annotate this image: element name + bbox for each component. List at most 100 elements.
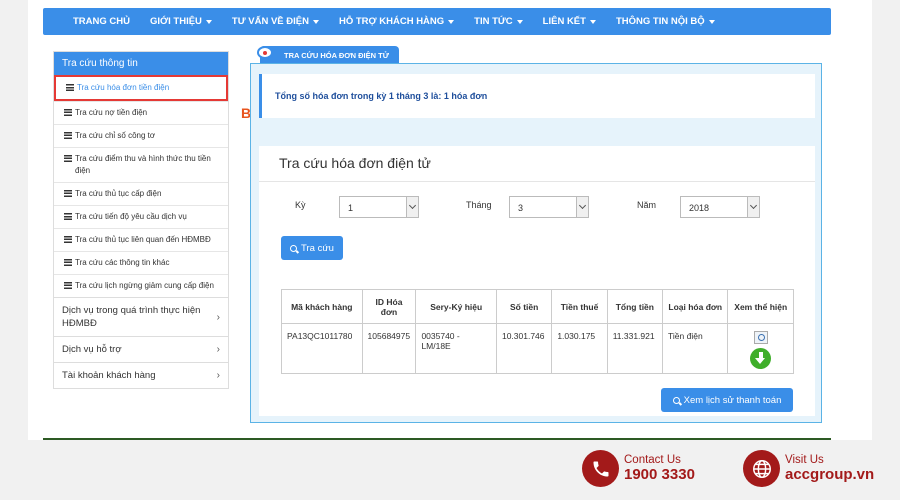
sidebar-item-outage-schedule[interactable]: Tra cứu lịch ngừng giảm cung cấp điện [54, 274, 228, 297]
sidebar-item-payment-point-lookup[interactable]: Tra cứu điểm thu và hình thức thu tiền đ… [54, 147, 228, 182]
sidebar-item-label: Tài khoản khách hàng [62, 370, 156, 381]
nav-about-label: GIỚI THIỆU [150, 16, 202, 27]
chevron-right-icon: › [216, 311, 220, 323]
list-icon [64, 109, 72, 116]
chevron-right-icon: › [216, 344, 220, 355]
sidebar-item-label: Tra cứu hóa đơn tiền điện [77, 83, 170, 92]
caret-down-icon [589, 19, 596, 24]
sidebar: Tra cứu thông tin Tra cứu hóa đơn tiền đ… [53, 51, 229, 389]
sidebar-item-invoice-lookup[interactable]: Tra cứu hóa đơn tiền điện [54, 75, 228, 101]
list-icon [64, 282, 72, 289]
visit-label: Visit Us [785, 454, 824, 466]
col-view: Xem thể hiện [727, 289, 794, 324]
website-link: accgroup.vn [785, 466, 875, 483]
month-label: Tháng [466, 200, 492, 210]
sidebar-item-contract-services[interactable]: Dịch vụ trong quá trình thực hiện HĐMBĐ › [54, 297, 228, 336]
contact-label: Contact Us [624, 454, 681, 466]
nav-advice-label: TƯ VẤN VỀ ĐIỆN [231, 16, 309, 27]
list-icon [66, 84, 74, 91]
download-icon[interactable] [750, 348, 772, 369]
caret-down-icon [205, 19, 212, 24]
search-button[interactable]: Tra cứu [281, 236, 343, 260]
tab-header: TRA CỨU HÓA ĐƠN ĐIỆN TỬ [250, 43, 399, 65]
cell-invoice-id: 105684975 [361, 323, 417, 374]
search-button-label: Tra cứu [301, 242, 334, 254]
nav-home[interactable]: TRANG CHỦ [73, 16, 130, 27]
search-card: Tra cứu hóa đơn điện tử Kỳ 1 Tháng 3 Năm… [259, 146, 815, 416]
list-icon [64, 190, 72, 197]
cell-serial: 0035740 - LM/18E [415, 323, 497, 374]
phone-icon [582, 450, 619, 487]
main-panel: Tổng số hóa đơn trong kỳ 1 tháng 3 là: 1… [250, 63, 822, 423]
period-value: 1 [348, 203, 354, 213]
payment-history-button[interactable]: Xem lịch sử thanh toán [661, 388, 793, 412]
caret-down-icon [708, 19, 715, 24]
sidebar-header-lookup[interactable]: Tra cứu thông tin [54, 52, 228, 75]
chevron-right-icon: › [216, 370, 220, 381]
sidebar-item-request-progress[interactable]: Tra cứu tiến độ yêu cầu dịch vụ [54, 205, 228, 228]
nav-news-label: TIN TỨC [474, 16, 513, 27]
contact-phone: 1900 3330 [624, 466, 695, 483]
nav-advice[interactable]: TƯ VẤN VỀ ĐIỆN [232, 16, 319, 27]
caret-down-icon [516, 19, 523, 24]
nav-links-label: LIÊN KẾT [542, 16, 586, 27]
globe-icon [743, 450, 780, 487]
nav-support[interactable]: HỖ TRỢ KHÁCH HÀNG [339, 16, 455, 27]
cell-tax: 1.030.175 [551, 323, 608, 374]
sidebar-item-other-info[interactable]: Tra cứu các thông tin khác [54, 251, 228, 274]
visit-us[interactable]: Visit Us accgroup.vn [743, 450, 874, 487]
sidebar-item-contract-procedure[interactable]: Tra cứu thủ tục liên quan đến HĐMBĐ [54, 228, 228, 251]
col-invoice-id: ID Hóa đơn [361, 289, 417, 324]
view-invoice-icon[interactable] [753, 331, 768, 344]
col-tax: Tiền thuế [551, 289, 608, 324]
sidebar-item-label: Tra cứu các thông tin khác [75, 258, 170, 267]
invoice-table: Mã khách hàng ID Hóa đơn Sery-Ký hiệu Số… [281, 289, 794, 374]
month-select[interactable]: 3 [509, 196, 589, 218]
contact-us[interactable]: Contact Us 1900 3330 [582, 450, 695, 487]
sidebar-item-meter-lookup[interactable]: Tra cứu chỉ số công tơ [54, 124, 228, 147]
sidebar-item-label: Tra cứu chỉ số công tơ [75, 131, 156, 140]
nav-news[interactable]: TIN TỨC [474, 16, 523, 27]
chevron-down-icon [576, 197, 588, 217]
col-invoice-type: Loại hóa đơn [662, 289, 729, 324]
footer-divider [43, 438, 831, 440]
nav-links[interactable]: LIÊN KẾT [543, 16, 596, 27]
year-value: 2018 [689, 203, 710, 213]
sidebar-item-label: Tra cứu tiến độ yêu cầu dịch vụ [75, 212, 187, 221]
nav-internal[interactable]: THÔNG TIN NỘI BỘ [616, 16, 715, 27]
year-select[interactable]: 2018 [680, 196, 760, 218]
sidebar-item-label: Tra cứu lịch ngừng giảm cung cấp điện [75, 281, 214, 290]
table-row: PA13QC1011780 105684975 0035740 - LM/18E… [281, 323, 794, 374]
sidebar-item-label: Tra cứu điểm thu và hình thức thu tiền đ… [75, 154, 211, 175]
list-icon [64, 213, 72, 220]
sidebar-item-label: Tra cứu nợ tiền điện [75, 108, 148, 117]
search-icon [290, 244, 298, 252]
sidebar-item-support-services[interactable]: Dịch vụ hỗ trợ › [54, 336, 228, 362]
cell-amount: 10.301.746 [495, 323, 553, 374]
col-amount: Số tiền [495, 289, 553, 324]
payment-history-label: Xem lịch sử thanh toán [683, 394, 782, 406]
period-select[interactable]: 1 [339, 196, 419, 218]
period-label: Kỳ [295, 200, 306, 210]
list-icon [64, 132, 72, 139]
year-label: Năm [637, 200, 657, 210]
col-total: Tổng tiền [606, 289, 664, 324]
caret-down-icon [448, 19, 455, 24]
cell-total: 11.331.921 [606, 323, 664, 374]
chevron-down-icon [747, 197, 759, 217]
sidebar-item-label: Tra cứu thủ tục liên quan đến HĐMBĐ [75, 235, 211, 244]
col-serial: Sery-Ký hiệu [415, 289, 497, 324]
sidebar-item-label: Dịch vụ hỗ trợ [62, 344, 122, 355]
form-title: Tra cứu hóa đơn điện tử [279, 155, 431, 171]
invoice-count-notice: Tổng số hóa đơn trong kỳ 1 tháng 3 là: 1… [259, 74, 815, 118]
cell-view-actions [727, 323, 794, 374]
sidebar-item-debt-lookup[interactable]: Tra cứu nợ tiền điện [54, 101, 228, 124]
sidebar-item-connection-procedure[interactable]: Tra cứu thủ tục cấp điện [54, 182, 228, 205]
top-navbar: TRANG CHỦ GIỚI THIỆU TƯ VẤN VỀ ĐIỆN HỖ T… [43, 8, 831, 35]
list-icon [64, 155, 72, 162]
table-header-row: Mã khách hàng ID Hóa đơn Sery-Ký hiệu Số… [281, 289, 794, 324]
nav-home-label: TRANG CHỦ [73, 16, 130, 27]
nav-about[interactable]: GIỚI THIỆU [150, 16, 212, 27]
sidebar-item-label: Dịch vụ trong quá trình thực hiện HĐMBĐ [62, 305, 201, 329]
sidebar-item-customer-account[interactable]: Tài khoản khách hàng › [54, 362, 228, 388]
